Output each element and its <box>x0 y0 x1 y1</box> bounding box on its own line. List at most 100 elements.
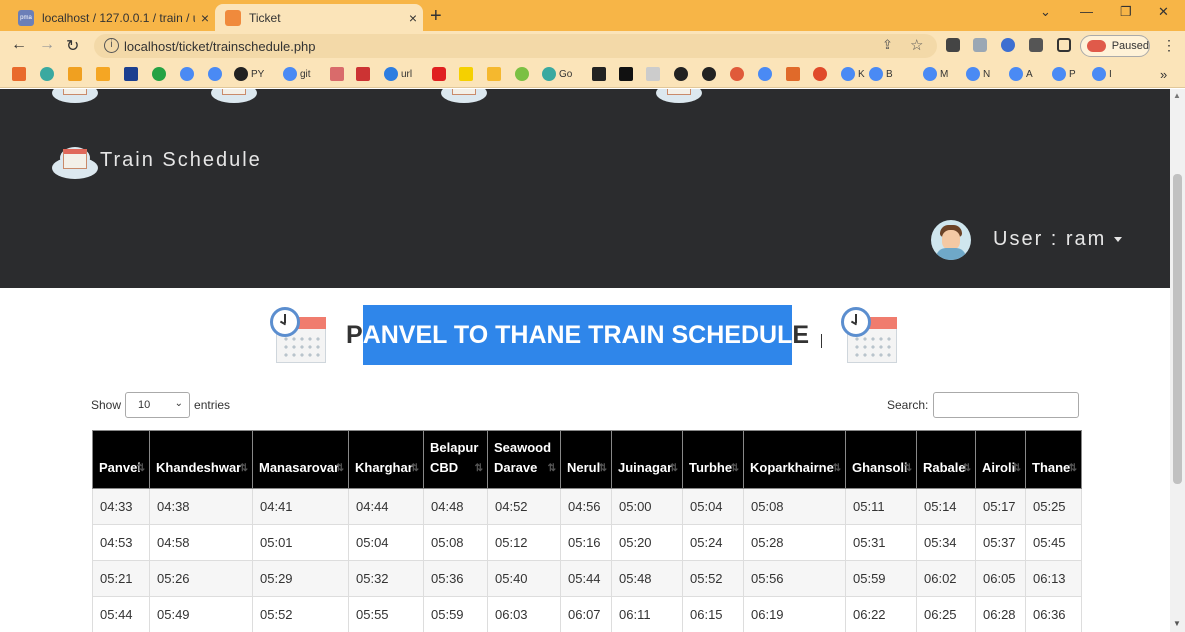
extension-icon[interactable] <box>1001 38 1015 52</box>
bookmark-item[interactable] <box>68 67 85 81</box>
bookmark-item[interactable] <box>124 67 141 81</box>
column-header[interactable]: Khandeshwar ⇅ <box>149 430 253 489</box>
sort-arrows-icon: ⇅ <box>962 463 972 474</box>
close-tab-icon[interactable]: × <box>403 10 423 26</box>
user-avatar[interactable] <box>931 220 971 260</box>
column-header[interactable]: Manasarovar ⇅ <box>252 430 349 489</box>
column-header[interactable]: Kharghar ⇅ <box>348 430 424 489</box>
user-menu-dropdown[interactable]: User : ram <box>993 228 1123 251</box>
google-bookmark[interactable]: N <box>966 67 990 81</box>
calendar-clock-icon <box>841 307 899 367</box>
profile-button[interactable]: Paused <box>1080 35 1150 57</box>
whatsapp-bookmark[interactable] <box>152 67 169 81</box>
nav-cloud-icon[interactable] <box>211 89 257 105</box>
back-arrow-icon[interactable]: ← <box>11 36 27 54</box>
table-cell: 04:56 <box>560 488 612 525</box>
close-window-button[interactable]: ✕ <box>1158 4 1169 20</box>
bookmark-star-icon[interactable]: ☆ <box>910 36 923 54</box>
bookmark-item[interactable] <box>459 67 476 81</box>
browser-menu-icon[interactable]: ⋮ <box>1162 37 1176 54</box>
column-header[interactable]: Panvel ⇅ <box>92 430 150 489</box>
table-cell: 05:37 <box>975 524 1026 561</box>
side-panel-icon[interactable] <box>1057 38 1071 52</box>
panda-extension-icon[interactable] <box>946 38 960 52</box>
google-bookmark[interactable]: K <box>841 67 865 81</box>
reload-icon[interactable]: ↻ <box>66 36 79 56</box>
share-icon[interactable]: ⇪ <box>882 37 893 53</box>
bookmark-item[interactable]: Go <box>542 67 572 81</box>
bookmark-item[interactable] <box>730 67 747 81</box>
google-bookmark[interactable] <box>208 67 225 81</box>
forward-arrow-icon[interactable]: → <box>39 36 55 54</box>
column-header[interactable]: Thane ⇅ <box>1025 430 1082 489</box>
column-header[interactable]: Rabale ⇅ <box>916 430 976 489</box>
sort-arrows-icon: ⇅ <box>730 463 740 474</box>
table-cell: 05:01 <box>252 524 349 561</box>
scrollbar-thumb[interactable] <box>1173 174 1182 484</box>
bookmark-item[interactable] <box>702 67 719 81</box>
bookmark-item[interactable] <box>487 67 504 81</box>
search-input[interactable] <box>933 392 1080 418</box>
google-bookmark[interactable]: M <box>923 67 948 81</box>
column-header[interactable]: Ghansoli ⇅ <box>845 430 917 489</box>
column-header[interactable]: Juinagar ⇅ <box>611 430 683 489</box>
google-bookmark[interactable] <box>180 67 197 81</box>
bookmark-item[interactable] <box>40 67 57 81</box>
google-bookmark[interactable]: P <box>1052 67 1076 81</box>
tab-ticket[interactable]: Ticket × <box>215 4 423 31</box>
table-cell: 04:44 <box>348 488 424 525</box>
nav-cloud-icon[interactable] <box>52 89 98 105</box>
nav-cloud-icon[interactable] <box>441 89 487 105</box>
user-menu-label: User : ram <box>993 228 1107 250</box>
minimize-button[interactable]: — <box>1080 4 1093 19</box>
tab-phpmyadmin[interactable]: pma localhost / 127.0.0.1 / train / user… <box>8 4 215 31</box>
google-bookmark[interactable]: A <box>1009 67 1033 81</box>
address-bar[interactable]: i localhost/ticket/trainschedule.php ⇪ ☆ <box>94 34 937 58</box>
youtube-bookmark[interactable] <box>432 67 449 81</box>
google-bookmark[interactable]: git <box>283 67 311 81</box>
bookmark-item[interactable] <box>592 67 609 81</box>
column-header[interactable]: Seawood Darave ⇅ <box>487 430 561 489</box>
scroll-up-icon[interactable]: ▲ <box>1173 91 1181 100</box>
column-header[interactable]: Airoli ⇅ <box>975 430 1026 489</box>
nav-cloud-icon[interactable] <box>656 89 702 105</box>
table-cell: 05:52 <box>252 596 349 632</box>
column-header-label: Panvel <box>99 460 141 475</box>
github-bookmark[interactable]: PY <box>234 67 264 81</box>
nav-train-schedule[interactable]: Train Schedule <box>100 149 262 172</box>
bookmark-item[interactable] <box>515 67 532 81</box>
extension-icon[interactable] <box>973 38 987 52</box>
bookmark-item[interactable] <box>330 67 347 81</box>
bookmark-item[interactable] <box>646 67 663 81</box>
vertical-scrollbar[interactable]: ▲ ▼ <box>1170 89 1185 632</box>
entries-per-page-select[interactable]: 10 ⌄ <box>125 392 191 418</box>
table-cell: 05:29 <box>252 560 349 597</box>
train-schedule-calendar-icon[interactable] <box>52 143 98 179</box>
bookmark-item[interactable] <box>619 67 636 81</box>
bookmark-item[interactable] <box>786 67 803 81</box>
more-bookmarks-icon[interactable]: » <box>1160 67 1167 82</box>
google-bookmark[interactable]: B <box>869 67 893 81</box>
bookmark-item[interactable]: url <box>384 67 412 81</box>
puzzle-extensions-icon[interactable] <box>1029 38 1043 52</box>
bookmark-item[interactable] <box>356 67 373 81</box>
google-bookmark[interactable] <box>758 67 775 81</box>
bookmark-item[interactable] <box>12 67 29 81</box>
site-info-icon[interactable]: i <box>104 38 119 53</box>
google-bookmark[interactable]: I <box>1092 67 1112 81</box>
column-header[interactable]: Koparkhairne ⇅ <box>743 430 846 489</box>
column-header[interactable]: Turbhe ⇅ <box>682 430 744 489</box>
scroll-down-icon[interactable]: ▼ <box>1173 619 1181 628</box>
bookmark-item[interactable] <box>674 67 691 81</box>
new-tab-button[interactable]: + <box>430 5 442 28</box>
table-cell: 05:55 <box>348 596 424 632</box>
bookmark-item[interactable] <box>813 67 830 81</box>
bookmark-item[interactable] <box>96 67 113 81</box>
table-cell: 05:14 <box>916 488 976 525</box>
close-tab-icon[interactable]: × <box>195 10 215 26</box>
tab-search-chevron-icon[interactable]: ⌄ <box>1040 4 1051 20</box>
address-url[interactable]: localhost/ticket/trainschedule.php <box>124 39 316 54</box>
column-header[interactable]: Belapur CBD ⇅ <box>423 430 488 489</box>
restore-button[interactable]: ❐ <box>1120 4 1132 20</box>
column-header[interactable]: Nerul ⇅ <box>560 430 612 489</box>
